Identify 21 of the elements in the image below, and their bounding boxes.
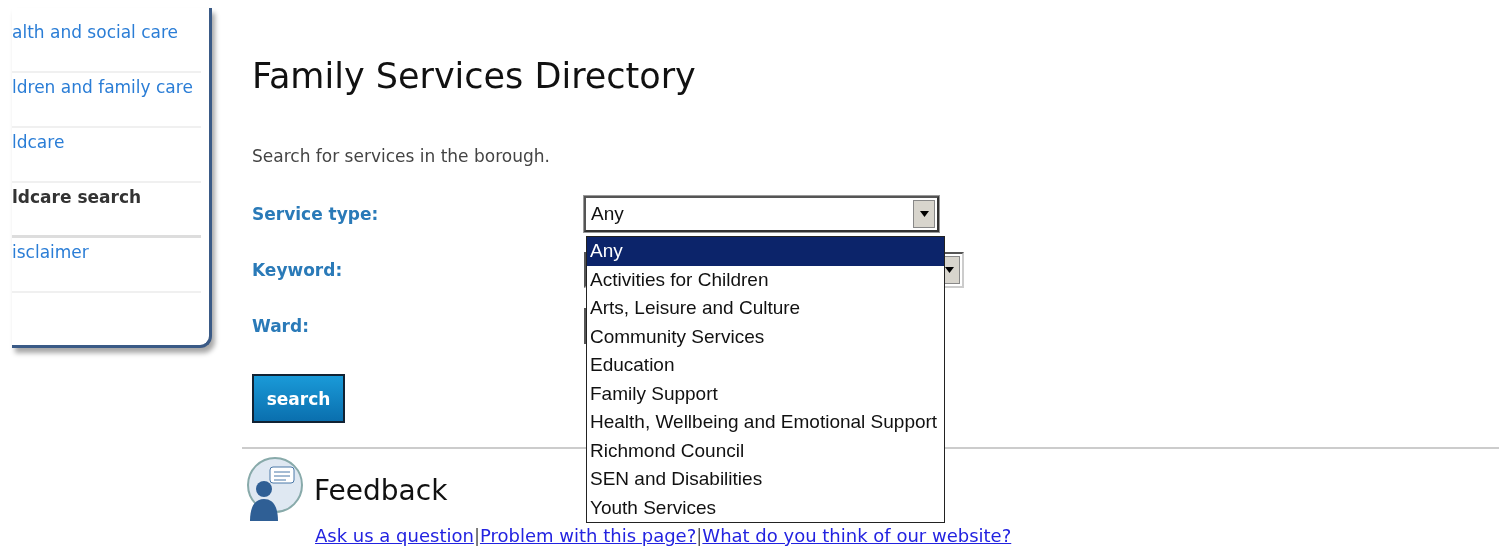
dropdown-option[interactable]: Any: [587, 237, 944, 266]
feedback-link[interactable]: Problem with this page?: [479, 525, 697, 546]
link-separator: |: [696, 525, 703, 546]
sidebar-item[interactable]: alth and social care: [12, 18, 201, 73]
field-label: Ward:: [252, 316, 310, 336]
sidebar-item[interactable]: isclaimer: [12, 238, 201, 293]
field-label: Keyword:: [252, 260, 344, 280]
feedback-link[interactable]: Ask us a question: [315, 525, 474, 546]
sidebar-item[interactable]: ldcare: [12, 128, 201, 183]
link-separator: |: [473, 525, 480, 546]
search-button[interactable]: search: [252, 374, 345, 423]
intro-text: Search for services in the borough.: [252, 146, 551, 166]
caret-icon: [919, 211, 929, 217]
feedback-link[interactable]: What do you think of our website?: [702, 525, 1012, 546]
sidebar-item[interactable]: ldren and family care: [12, 73, 201, 128]
sidebar-item[interactable]: ldcare search: [12, 183, 201, 238]
field-label: Service type:: [252, 204, 380, 224]
feedback-title: Feedback: [314, 473, 448, 507]
page-title: Family Services Directory: [252, 55, 697, 98]
caret-icon: [944, 267, 954, 273]
dropdown-button[interactable]: [913, 200, 935, 228]
